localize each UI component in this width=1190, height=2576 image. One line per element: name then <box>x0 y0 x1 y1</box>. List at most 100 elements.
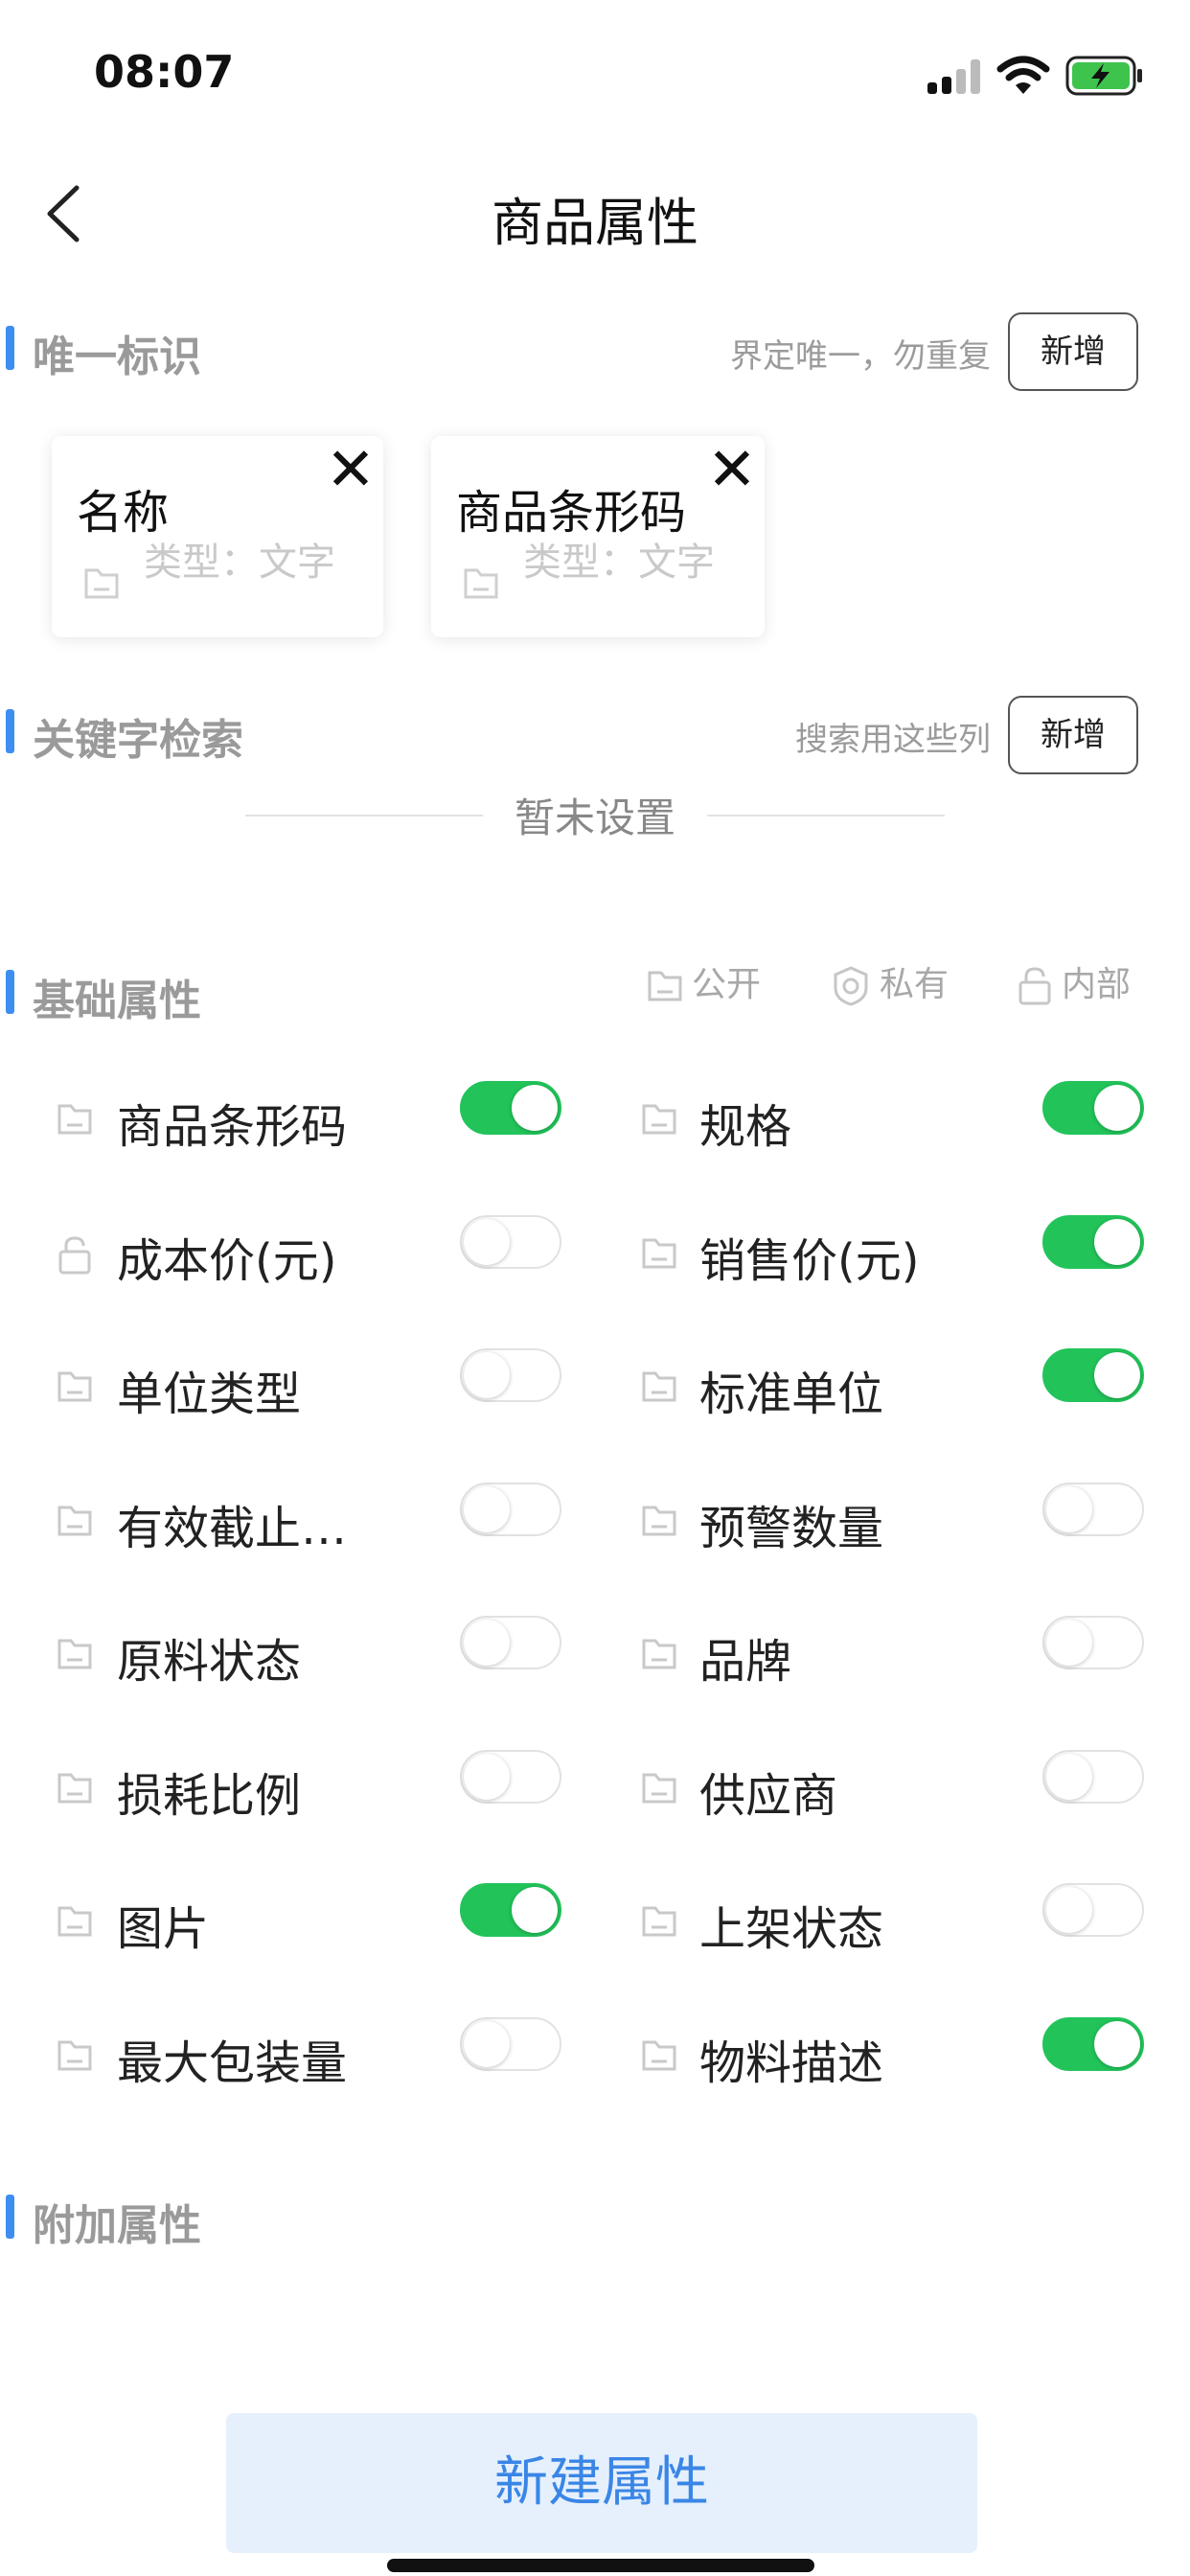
doc-icon <box>640 1635 678 1677</box>
doc-icon <box>640 1368 678 1410</box>
doc-icon <box>640 1769 678 1811</box>
attribute-toggle[interactable] <box>1042 2016 1144 2071</box>
section-accent-bar <box>6 326 14 370</box>
legend-internal-label: 内部 <box>1062 965 1132 1004</box>
section-accent-bar <box>6 970 14 1014</box>
section-title-unique: 唯一标识 <box>33 333 201 381</box>
section-title-keyword: 关键字检索 <box>33 716 243 765</box>
doc-icon <box>56 1902 94 1944</box>
doc-icon <box>640 1902 678 1944</box>
legend-public: 公开 <box>646 956 761 1006</box>
unique-card-barcode[interactable]: 商品条形码 类型：文字 ✕ <box>431 436 765 637</box>
doc-icon <box>640 1502 678 1544</box>
section-title-extra: 附加属性 <box>33 2201 201 2250</box>
doc-icon <box>56 1635 94 1677</box>
toggle-knob <box>1046 1485 1092 1532</box>
toggle-knob <box>512 1887 558 1933</box>
attribute-label: 成本价(元) <box>117 1233 337 1288</box>
private-badge-icon <box>834 966 868 1006</box>
legend-internal: 内部 <box>1016 956 1131 1007</box>
attribute-toggle[interactable] <box>1042 1348 1144 1402</box>
legend-public-label: 公开 <box>692 965 762 1004</box>
attribute-toggle[interactable] <box>460 1616 561 1669</box>
unique-card-name[interactable]: 名称 类型：文字 ✕ <box>52 436 383 637</box>
toggle-knob <box>1094 2020 1140 2067</box>
toggle-knob <box>464 1218 510 1265</box>
attribute-label: 上架状态 <box>699 1902 884 1956</box>
toggle-knob <box>1094 1218 1140 1265</box>
add-keyword-button[interactable]: 新增 <box>1008 696 1138 774</box>
unique-card-type: 类型：文字 <box>523 540 715 585</box>
divider-line <box>707 815 945 816</box>
attribute-toggle[interactable] <box>1042 1883 1144 1937</box>
attribute-label: 原料状态 <box>117 1635 302 1689</box>
toggle-knob <box>1046 1887 1092 1933</box>
attribute-label: 标准单位 <box>699 1368 884 1421</box>
attribute-label: 品牌 <box>699 1635 792 1689</box>
attribute-toggle[interactable] <box>460 1749 561 1804</box>
toggle-knob <box>1046 1620 1092 1666</box>
attribute-label: 供应商 <box>699 1768 838 1823</box>
close-icon[interactable]: ✕ <box>707 440 757 499</box>
attribute-toggle[interactable] <box>460 1214 561 1269</box>
doc-icon <box>648 971 682 1001</box>
attribute-label: 图片 <box>117 1902 210 1956</box>
attribute-toggle[interactable] <box>460 1883 561 1937</box>
battery-charging-icon <box>1065 56 1142 96</box>
add-unique-button[interactable]: 新增 <box>1008 312 1138 391</box>
toggle-knob <box>1094 1085 1140 1131</box>
unique-card-type: 类型：文字 <box>144 540 335 585</box>
lock-icon <box>1018 967 1051 1005</box>
attribute-toggle[interactable] <box>460 1348 561 1402</box>
doc-icon <box>84 568 119 599</box>
toggle-knob <box>464 1753 510 1800</box>
home-indicator[interactable] <box>387 2559 814 2572</box>
section-accent-bar <box>6 2195 14 2239</box>
attribute-label: 预警数量 <box>699 1501 884 1555</box>
attribute-toggle[interactable] <box>460 2016 561 2071</box>
doc-icon <box>464 568 498 599</box>
new-attribute-button[interactable]: 新建属性 <box>226 2413 977 2553</box>
page-title: 商品属性 <box>492 193 698 253</box>
unique-card-title: 名称 <box>77 486 170 540</box>
wifi-icon <box>996 56 1050 94</box>
attribute-label: 最大包装量 <box>117 2036 348 2090</box>
status-time: 08:07 <box>94 46 235 98</box>
close-icon[interactable]: ✕ <box>326 440 376 499</box>
doc-icon <box>56 1769 94 1811</box>
attribute-toggle[interactable] <box>1042 1749 1144 1804</box>
attribute-toggle[interactable] <box>460 1081 561 1135</box>
attribute-label: 商品条形码 <box>117 1100 348 1154</box>
attribute-label: 单位类型 <box>117 1368 302 1421</box>
doc-icon <box>640 2036 678 2079</box>
doc-icon <box>640 1234 678 1276</box>
toggle-knob <box>464 2020 510 2067</box>
lock-icon <box>56 1234 94 1280</box>
toggle-knob <box>464 1352 510 1398</box>
attribute-toggle[interactable] <box>460 1482 561 1536</box>
attribute-toggle[interactable] <box>1042 1214 1144 1269</box>
attribute-toggle[interactable] <box>1042 1081 1144 1135</box>
keyword-empty-text: 暂未设置 <box>514 794 675 841</box>
doc-icon <box>640 1100 678 1142</box>
attribute-label: 规格 <box>699 1100 792 1154</box>
section-title-basic: 基础属性 <box>33 977 201 1025</box>
attribute-label: 有效截止… <box>117 1501 348 1555</box>
toggle-knob <box>464 1620 510 1666</box>
toggle-knob <box>512 1085 558 1131</box>
toggle-knob <box>1094 1352 1140 1398</box>
doc-icon <box>56 2036 94 2079</box>
attribute-toggle[interactable] <box>1042 1616 1144 1669</box>
toggle-knob <box>1046 1753 1092 1800</box>
toggle-knob <box>464 1485 510 1532</box>
cellular-signal-icon <box>927 59 980 94</box>
legend-private-label: 私有 <box>880 965 950 1004</box>
attribute-label: 物料描述 <box>699 2036 884 2090</box>
attribute-label: 损耗比例 <box>117 1768 302 1823</box>
attribute-label: 销售价(元) <box>699 1233 920 1288</box>
unique-card-title: 商品条形码 <box>456 486 687 540</box>
attribute-toggle[interactable] <box>1042 1482 1144 1536</box>
doc-icon <box>56 1368 94 1410</box>
section-accent-bar <box>6 709 14 753</box>
doc-icon <box>56 1502 94 1544</box>
